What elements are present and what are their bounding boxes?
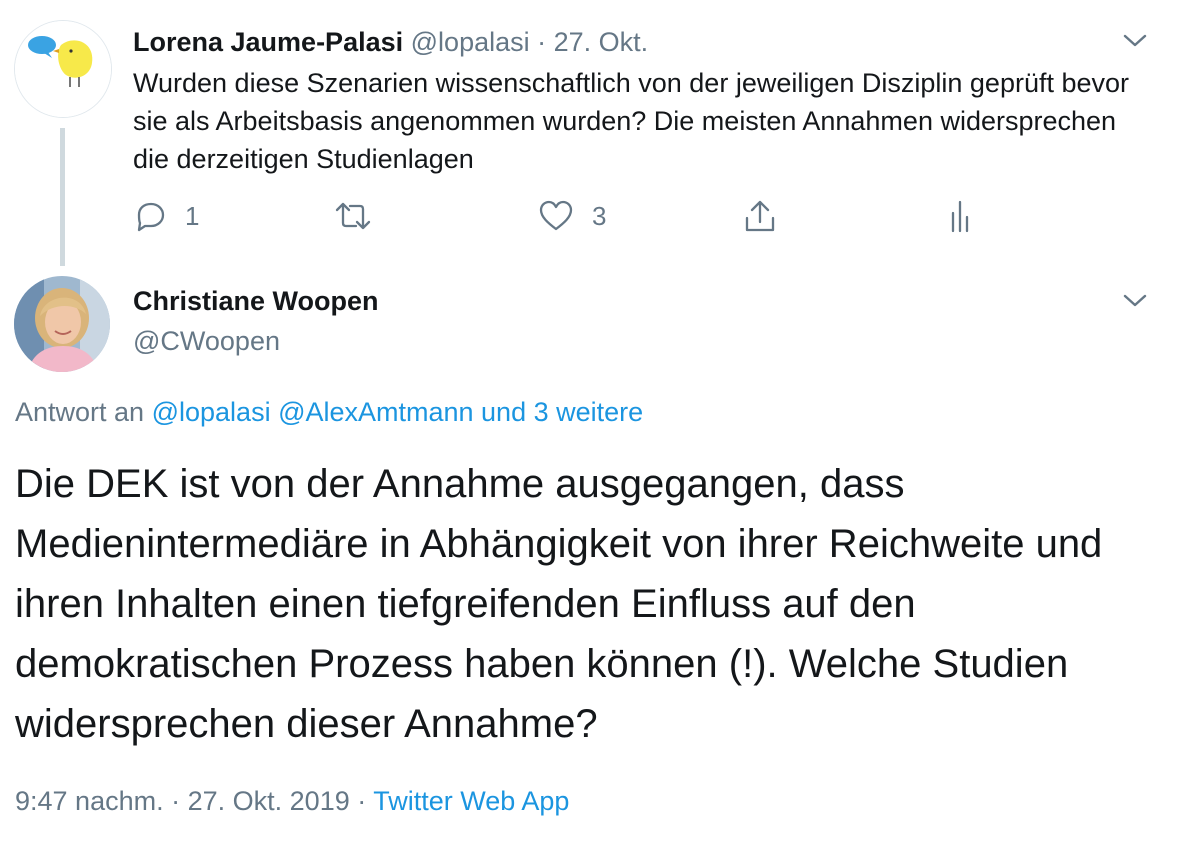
- retweet-button[interactable]: [333, 196, 373, 236]
- analytics-icon: [951, 200, 969, 233]
- avatar-lorena[interactable]: [14, 20, 112, 118]
- thread-connector-line: [60, 128, 65, 266]
- tweet-date[interactable]: 27. Okt. 2019: [188, 786, 350, 816]
- meta-separator: ·: [357, 786, 367, 816]
- like-button[interactable]: 3: [538, 196, 606, 236]
- heart-icon: [539, 200, 573, 231]
- reply-count: 1: [185, 200, 200, 231]
- parent-tweet-actions: 1 3: [133, 196, 1033, 236]
- tweet-date-link[interactable]: 27. Okt.: [554, 27, 649, 57]
- tweet-time[interactable]: 9:47 nachm.: [15, 786, 164, 816]
- tweet-source-link[interactable]: Twitter Web App: [373, 786, 569, 816]
- chevron-down-icon[interactable]: [1122, 32, 1148, 48]
- avatar-christiane[interactable]: [14, 276, 110, 372]
- reply-to-line: Antwort an @lopalasi @AlexAmtmann und 3 …: [15, 395, 643, 429]
- profile-photo-image: [14, 276, 110, 372]
- analytics-button[interactable]: [948, 196, 972, 236]
- main-tweet-text: Die DEK ist von der Annahme ausgegangen,…: [15, 462, 1103, 746]
- author-handle[interactable]: @CWoopen: [133, 324, 280, 358]
- reply-button[interactable]: 1: [133, 196, 199, 236]
- retweet-icon: [335, 202, 371, 230]
- header-separator: ·: [537, 27, 547, 57]
- share-icon: [745, 200, 775, 232]
- share-button[interactable]: [743, 196, 777, 236]
- tweet-thread-view: Lorena Jaume-Palasi @lopalasi · 27. Okt.…: [0, 0, 1192, 848]
- reply-to-prefix: Antwort an: [15, 397, 145, 427]
- reply-bubble-icon: [137, 202, 165, 232]
- bird-logo-avatar-image: [15, 21, 111, 117]
- reply-to-mentions-link[interactable]: @lopalasi @AlexAmtmann und 3 weitere: [152, 397, 644, 427]
- author-name[interactable]: Lorena Jaume-Palasi: [133, 27, 403, 57]
- author-name[interactable]: Christiane Woopen: [133, 284, 379, 318]
- meta-separator: ·: [171, 786, 181, 816]
- tweet-meta: 9:47 nachm. · 27. Okt. 2019 · Twitter We…: [15, 784, 569, 818]
- like-count: 3: [592, 200, 607, 231]
- chevron-down-icon[interactable]: [1122, 292, 1148, 308]
- parent-tweet-text: Wurden diese Szenarien wissenschaftlich …: [133, 68, 1130, 174]
- author-handle[interactable]: @lopalasi: [411, 27, 530, 57]
- parent-tweet-header: Lorena Jaume-Palasi @lopalasi · 27. Okt.: [133, 25, 648, 59]
